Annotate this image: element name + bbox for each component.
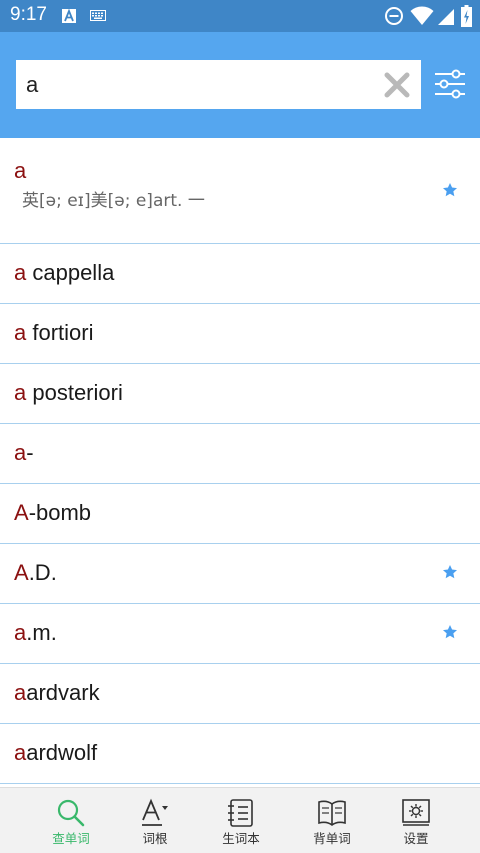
search-header [0,32,480,138]
word-highlight: a [14,320,27,345]
star-icon[interactable] [442,564,458,580]
filter-settings-icon[interactable] [434,68,466,100]
word-highlight: a [14,260,27,285]
word-text: a cappella [14,260,114,286]
word-highlight: A [14,500,29,525]
word-text: aardwolf [14,740,97,766]
word-text: a fortiori [14,320,94,346]
word-list-item[interactable]: a fortiori [0,304,480,364]
word-list-item[interactable]: a cappella [0,244,480,304]
word-text: a.m. [14,620,57,646]
word-highlight: a [14,158,27,183]
word-list-item[interactable]: a 英[ə; eɪ]美[ə; e]art. 一 [0,138,480,244]
word-highlight: A [14,560,29,585]
word-text: a [14,158,26,184]
clear-search-icon[interactable] [383,71,411,99]
star-icon[interactable] [442,182,458,198]
word-rest: - [26,440,34,465]
nav-label: 生词本 [222,831,260,846]
bottom-navigation: 查单词 词根 生词本 背单词 设置 [0,787,480,853]
nav-label: 查单词 [52,831,90,846]
notebook-icon [228,799,253,827]
word-rest: ardvark [26,680,100,705]
word-list: a 英[ə; eɪ]美[ə; e]art. 一 a cappella a for… [0,138,480,786]
battery-icon [461,5,472,27]
search-icon [57,799,85,827]
word-highlight: a [14,380,27,405]
nav-tab-word-root[interactable]: 词根 [107,788,203,853]
word-highlight: a [14,620,27,645]
word-list-item[interactable]: aardvark [0,664,480,724]
word-phonetic: 英[ə; eɪ]美[ə; e]art. 一 [22,191,205,211]
do-not-disturb-icon [385,7,403,25]
nav-tab-vocabulary-book[interactable]: 生词本 [193,788,289,853]
word-rest: fortiori [26,320,94,345]
settings-icon [402,799,430,826]
word-rest: posteriori [26,380,123,405]
word-highlight: a [14,740,27,765]
nav-tab-lookup[interactable]: 查单词 [23,788,119,853]
word-rest: .D. [28,560,57,585]
nav-label: 词根 [142,831,168,846]
word-rest: .m. [26,620,57,645]
word-list-item[interactable]: a.m. [0,604,480,664]
search-box [16,60,421,109]
nav-tab-memorize[interactable]: 背单词 [284,788,380,853]
word-list-item[interactable]: A.D. [0,544,480,604]
word-text: a posteriori [14,380,123,406]
word-highlight: a [14,680,27,705]
word-text: a- [14,440,34,466]
star-icon[interactable] [442,624,458,640]
word-list-item[interactable]: a posteriori [0,364,480,424]
nav-label: 背单词 [313,831,351,846]
search-input[interactable] [16,60,376,109]
wifi-icon [410,6,434,25]
open-book-icon [318,800,346,826]
word-text: A-bomb [14,500,91,526]
a-notification-icon [62,9,76,23]
word-highlight: a [14,440,27,465]
cellular-signal-icon [438,9,454,25]
keyboard-icon [90,10,106,21]
status-bar: 9:17 [0,0,480,32]
word-list-item[interactable]: A-bomb [0,484,480,544]
word-text: A.D. [14,560,57,586]
nav-label: 设置 [403,831,429,846]
word-text: aardvark [14,680,100,706]
word-root-icon [142,798,168,826]
word-rest: cappella [26,260,115,285]
status-time: 9:17 [10,4,47,25]
nav-tab-settings[interactable]: 设置 [368,788,464,853]
word-rest: -bomb [28,500,92,525]
word-list-item[interactable]: aardwolf [0,724,480,784]
word-list-item[interactable]: a- [0,424,480,484]
word-rest: ardwolf [26,740,98,765]
